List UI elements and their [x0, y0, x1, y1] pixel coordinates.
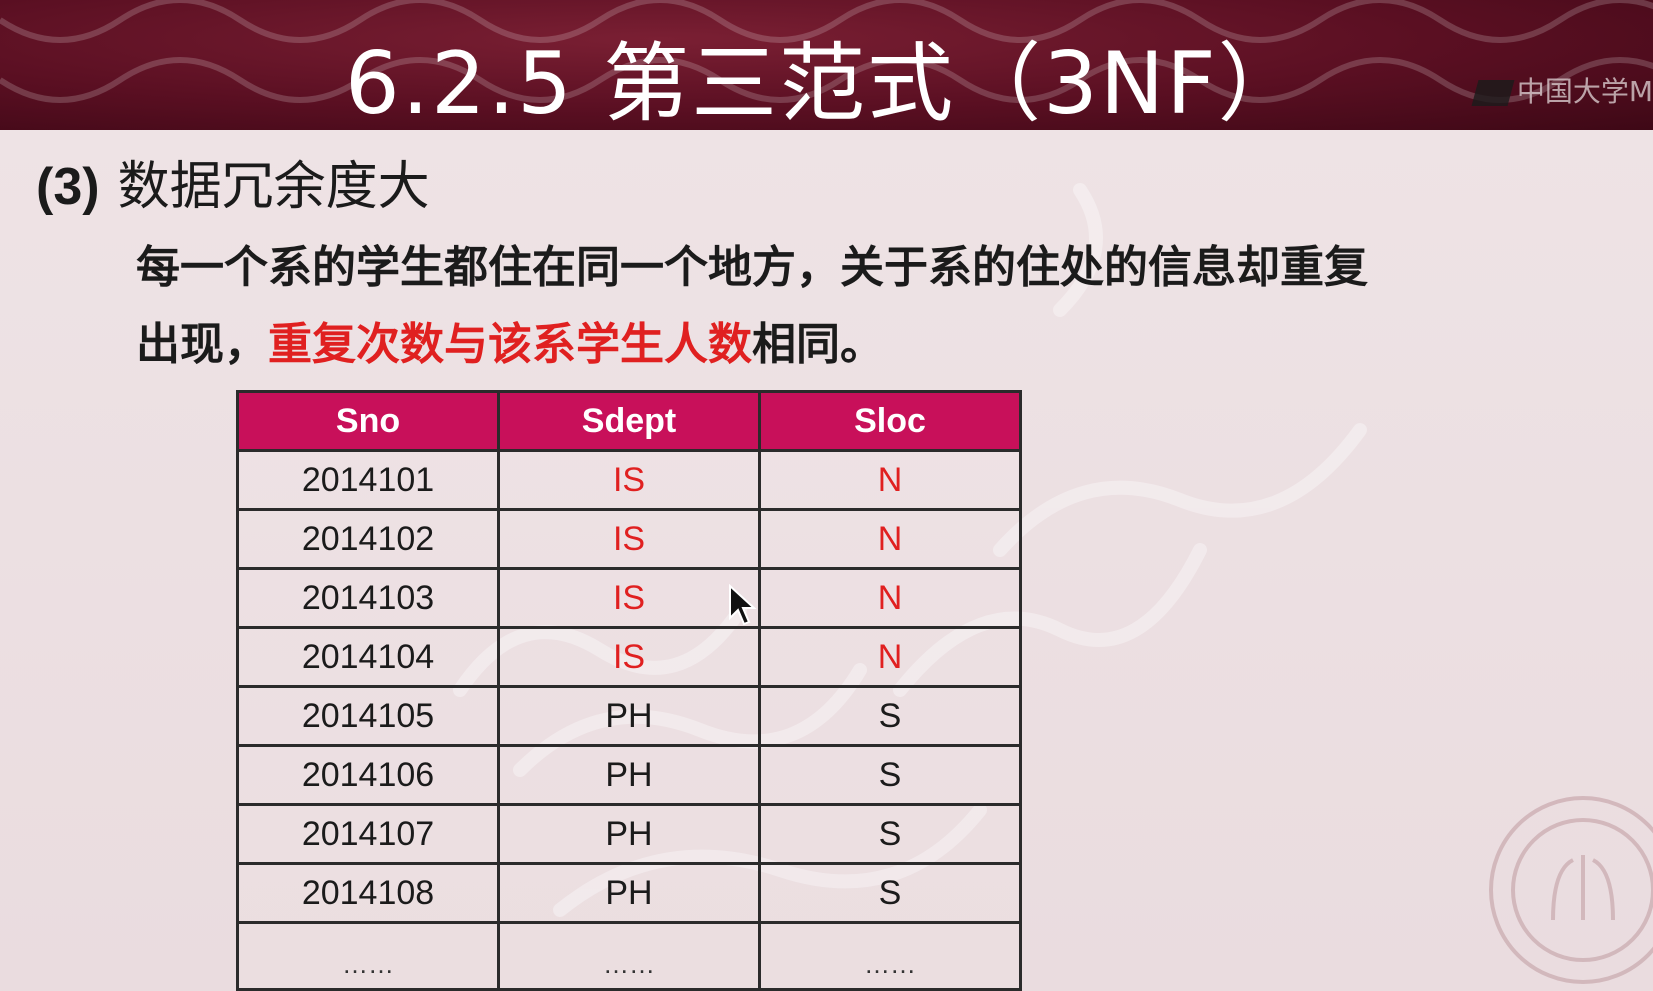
cell-sloc: ……	[758, 921, 1022, 991]
cell-sloc: N	[758, 508, 1022, 570]
cell-sno: 2014103	[236, 567, 500, 629]
university-seal-icon	[1489, 796, 1653, 984]
table-row: 2014108 PH S	[236, 862, 1022, 924]
cell-sloc: S	[758, 803, 1022, 865]
header-sno: Sno	[236, 390, 500, 452]
cell-sloc: S	[758, 685, 1022, 747]
slide-title: 6.2.5 第三范式（3NF）	[345, 34, 1306, 130]
cell-sno: 2014105	[236, 685, 500, 747]
logo-icon	[1471, 80, 1515, 106]
platform-logo-text: 中国大学M	[1516, 75, 1653, 108]
table-row: 2014105 PH S	[236, 685, 1022, 747]
table-header-row: Sno Sdept Sloc	[236, 390, 1022, 452]
cell-sdept: IS	[497, 567, 761, 629]
mouse-pointer-icon	[729, 584, 757, 626]
cell-sno: 2014106	[236, 744, 500, 806]
cell-sdept: IS	[497, 508, 761, 570]
cell-sloc: N	[758, 567, 1022, 629]
platform-logo: 中国大学M	[1471, 70, 1653, 110]
title-banner: 6.2.5 第三范式（3NF） 中国大学M	[0, 0, 1653, 130]
table-row: 2014107 PH S	[236, 803, 1022, 865]
cell-sdept: ……	[497, 921, 761, 991]
cell-sno: 2014101	[236, 449, 500, 511]
header-sloc: Sloc	[758, 390, 1022, 452]
paragraph-line-2: 出现，重复次数与该系学生人数相同。	[136, 315, 884, 375]
section-number: (3)	[36, 158, 100, 216]
table-row: 2014101 IS N	[236, 449, 1022, 511]
student-table: Sno Sdept Sloc 2014101 IS N 2014102 IS N…	[236, 390, 1022, 991]
cell-sloc: N	[758, 626, 1022, 688]
table-row: 2014106 PH S	[236, 744, 1022, 806]
cell-sno: 2014107	[236, 803, 500, 865]
cell-sloc: N	[758, 449, 1022, 511]
paragraph-line-2-start: 出现，	[136, 319, 268, 370]
cell-sno: 2014102	[236, 508, 500, 570]
cell-sdept: PH	[497, 685, 761, 747]
paragraph-line-1: 每一个系的学生都住在同一个地方，关于系的住处的信息却重复	[136, 242, 1368, 293]
cell-sdept: IS	[497, 449, 761, 511]
cell-sno: 2014108	[236, 862, 500, 924]
section-heading: (3) 数据冗余度大	[36, 155, 430, 219]
paragraph-line-2-end: 相同。	[752, 319, 884, 370]
cell-sdept: IS	[497, 626, 761, 688]
cell-sdept: PH	[497, 744, 761, 806]
table-row: 2014104 IS N	[236, 626, 1022, 688]
section-heading-text: 数据冗余度大	[117, 157, 430, 217]
table-row-ellipsis: …… …… ……	[236, 921, 1022, 991]
cell-sdept: PH	[497, 862, 761, 924]
cell-sno: ……	[236, 921, 500, 991]
cell-sloc: S	[758, 862, 1022, 924]
paragraph-highlight: 重复次数与该系学生人数	[268, 319, 752, 370]
table-row: 2014103 IS N	[236, 567, 1022, 629]
cell-sloc: S	[758, 744, 1022, 806]
table-row: 2014102 IS N	[236, 508, 1022, 570]
cell-sno: 2014104	[236, 626, 500, 688]
header-sdept: Sdept	[497, 390, 761, 452]
cell-sdept: PH	[497, 803, 761, 865]
